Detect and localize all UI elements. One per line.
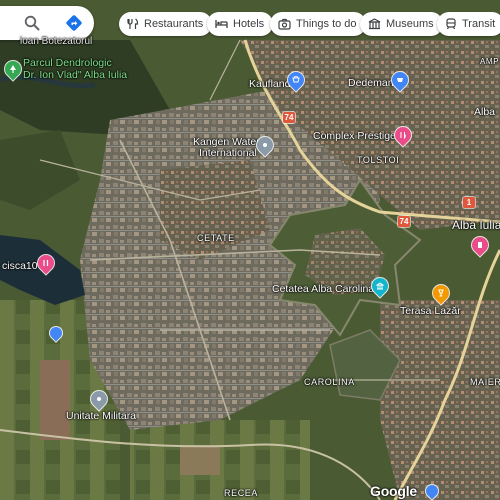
fork-knife-icon — [127, 18, 139, 29]
unitate-label[interactable]: Unitate Militara — [66, 410, 136, 422]
park-label-line1[interactable]: Parcul Dendrologic — [23, 57, 112, 69]
terasa-label[interactable]: Terasa Lazăr — [400, 305, 461, 317]
cetate-label: CETATE — [197, 233, 235, 243]
road-shield: 74 — [398, 216, 410, 227]
alba-iulia-label[interactable]: Alba Iulia — [452, 219, 500, 231]
chip-restaurants[interactable]: Restaurants — [119, 12, 213, 36]
carolina-label: CAROLINA — [304, 377, 355, 387]
recea-label: RECEA — [224, 488, 259, 498]
alba-top-right-label: Alba — [474, 106, 496, 118]
search-bar[interactable] — [0, 6, 94, 40]
train-icon — [446, 18, 456, 30]
chip-label: Hotels — [233, 18, 265, 30]
camera-icon — [278, 18, 291, 30]
cetatea-label[interactable]: Cetatea Alba Carolina — [272, 283, 374, 295]
road-shield: 1 — [463, 197, 475, 208]
road-shield: 74 — [283, 112, 295, 123]
cisca-label[interactable]: cisca10 — [2, 260, 38, 272]
park-label-line2[interactable]: Dr. Ion Vlad" Alba Iulia — [23, 69, 127, 81]
maier-label: MAIER — [470, 377, 500, 387]
amp-label: AMP — [480, 57, 500, 66]
partial-place-label: ioan Botezatorul — [20, 36, 93, 47]
chip-label: Restaurants — [144, 18, 204, 30]
kaufland-label[interactable]: Kaufland — [249, 78, 290, 90]
chip-label: Museums — [386, 18, 434, 30]
tolstoi-label: TOLSTOI — [357, 155, 400, 165]
kangen-label-line2[interactable]: International — [199, 147, 257, 159]
directions-icon[interactable] — [64, 13, 84, 33]
chip-label: Transit — [462, 18, 496, 30]
chip-transit[interactable]: Transit — [437, 12, 500, 36]
chip-label: Things to do — [296, 18, 357, 30]
chip-things-to-do[interactable]: Things to do — [270, 12, 366, 36]
dedeman-label[interactable]: Dedeman — [348, 77, 394, 89]
search-icon[interactable] — [22, 13, 42, 33]
google-logo: Google — [370, 483, 418, 499]
museum-icon — [368, 18, 381, 30]
bed-icon — [215, 20, 228, 28]
complex-prestige-label[interactable]: Complex Prestige — [313, 130, 396, 142]
chip-hotels[interactable]: Hotels — [207, 12, 274, 36]
chip-museums[interactable]: Museums — [360, 12, 443, 36]
